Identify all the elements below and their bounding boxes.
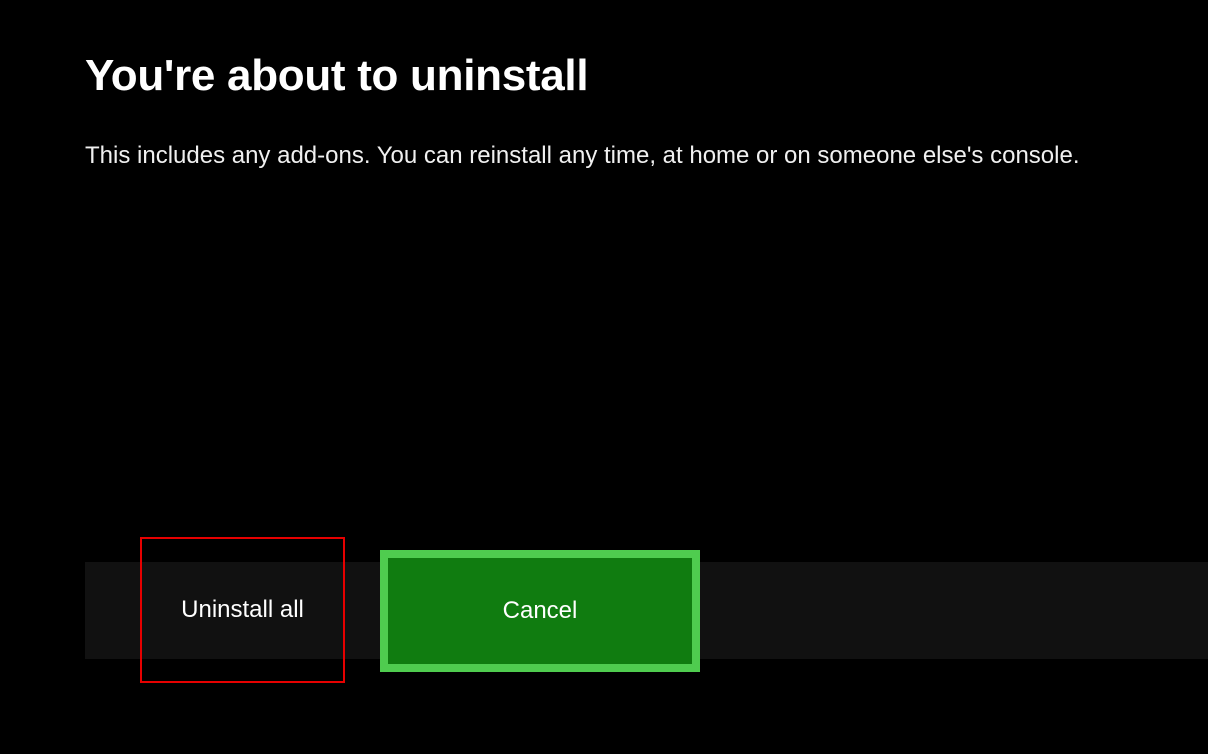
uninstall-label: Uninstall all xyxy=(181,596,304,624)
dialog-content: You're about to uninstall This includes … xyxy=(85,50,1148,172)
cancel-button[interactable]: Cancel xyxy=(380,550,700,672)
uninstall-all-button[interactable]: Uninstall all xyxy=(140,537,345,683)
cancel-label: Cancel xyxy=(503,597,578,625)
dialog-description: This includes any add-ons. You can reins… xyxy=(85,139,1148,173)
dialog-title: You're about to uninstall xyxy=(85,50,1148,103)
